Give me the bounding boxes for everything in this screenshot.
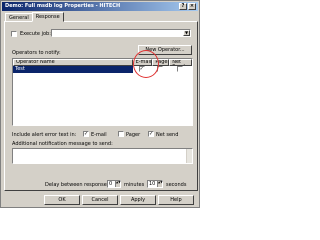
net-send-checkbox[interactable]: [177, 66, 184, 72]
header-net-send[interactable]: Net Send: [169, 59, 192, 66]
properties-dialog: Demo: Full msdb log Properties - HITECH …: [0, 0, 200, 208]
grid-header: Operator Name E-mail Pager Net Send: [13, 59, 192, 66]
help-icon[interactable]: ?: [179, 3, 187, 10]
delay-seconds-value: 10: [149, 181, 156, 187]
cancel-button[interactable]: Cancel: [82, 195, 118, 205]
tab-response[interactable]: Response: [31, 12, 64, 22]
close-icon[interactable]: ×: [188, 3, 196, 10]
table-row[interactable]: Test ✓: [13, 66, 192, 73]
include-email-label: E-mail: [91, 132, 107, 138]
header-operator-name[interactable]: Operator Name: [13, 59, 133, 66]
delay-minutes-spinner[interactable]: 0 ▲▼: [107, 180, 121, 188]
window-title: Demo: Full msdb log Properties - HITECH: [5, 3, 121, 9]
help-button[interactable]: Help: [158, 195, 194, 205]
execute-job-checkbox[interactable]: [11, 31, 17, 37]
spinner-arrows-icon[interactable]: ▲▼: [115, 181, 121, 187]
title-buttons: ? ×: [179, 3, 196, 10]
delay-label: Delay between responses:: [45, 182, 112, 188]
net-send-cell: [169, 66, 192, 73]
include-email-checkbox[interactable]: ✓: [83, 131, 89, 137]
operators-grid: Operator Name E-mail Pager Net Send Test…: [12, 58, 193, 126]
seconds-label: seconds: [166, 182, 187, 188]
operator-name-cell: Test: [15, 66, 25, 72]
minutes-label: minutes: [124, 182, 145, 188]
message-scrollbar[interactable]: [186, 149, 192, 163]
include-error-label: Include alert error text in:: [12, 132, 77, 138]
include-pager-checkbox[interactable]: [118, 131, 124, 137]
operators-label: Operators to notify:: [12, 50, 61, 56]
additional-message-label: Additional notification message to send:: [12, 141, 113, 147]
response-panel: Execute job: ▼ Operators to notify: New …: [4, 21, 198, 191]
additional-message-input[interactable]: [12, 148, 193, 164]
chevron-down-icon[interactable]: ▼: [183, 30, 190, 36]
ok-button[interactable]: OK: [44, 195, 80, 205]
title-bar: Demo: Full msdb log Properties - HITECH …: [2, 2, 198, 11]
spinner-arrows-icon[interactable]: ▲▼: [157, 181, 163, 187]
include-netsend-label: Net send: [156, 132, 179, 138]
include-netsend-checkbox[interactable]: ✓: [148, 131, 154, 137]
execute-job-select[interactable]: ▼: [51, 29, 191, 37]
delay-minutes-value: 0: [109, 181, 113, 187]
apply-button[interactable]: Apply: [120, 195, 156, 205]
execute-job-label: Execute job:: [20, 31, 51, 37]
delay-seconds-spinner[interactable]: 10 ▲▼: [147, 180, 163, 188]
highlight-circle: [133, 50, 159, 78]
include-pager-label: Pager: [126, 132, 141, 138]
